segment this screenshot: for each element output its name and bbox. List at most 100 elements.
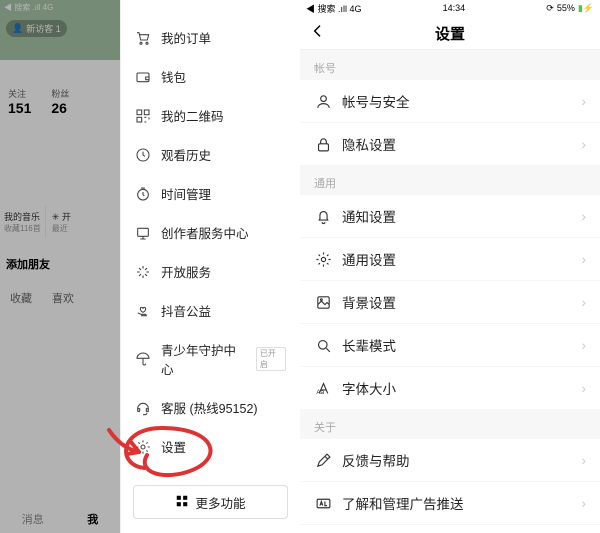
visitor-badge[interactable]: 👤 新访客 1 xyxy=(6,20,67,37)
drawer-item-label: 钱包 xyxy=(161,67,186,86)
settings-group: 通知设置›通用设置›背景设置›长辈模式›字体大小› xyxy=(300,195,600,409)
drawer-item-3[interactable]: 观看历史 xyxy=(121,135,300,174)
settings-row[interactable]: 通知设置 › xyxy=(300,195,600,238)
chevron-right-icon: › xyxy=(581,93,586,109)
drawer-item-9[interactable]: 客服 (热线95152) xyxy=(121,388,300,427)
tab-likes[interactable]: 喜欢 xyxy=(52,290,74,306)
settings-row-label: 背景设置 xyxy=(342,292,396,312)
drawer-item-0[interactable]: 我的订单 xyxy=(121,18,300,57)
person-icon xyxy=(314,92,332,110)
settings-row[interactable]: 背景设置 › xyxy=(300,281,600,324)
tab-favorites[interactable]: 收藏 xyxy=(10,290,32,306)
umbrella-icon xyxy=(135,351,151,367)
drawer-item-4[interactable]: 时间管理 xyxy=(121,174,300,213)
status-bar-left: ◀ 搜索 .ıll 4G xyxy=(0,0,120,14)
back-button[interactable] xyxy=(310,23,326,44)
status-bar-right: ◀ 搜索 .ıll 4G 14:34 ⟳ 55% ▮⚡ xyxy=(300,0,600,17)
settings-row[interactable]: 反馈与帮助 › xyxy=(300,439,600,482)
settings-page: ◀ 搜索 .ıll 4G 14:34 ⟳ 55% ▮⚡ 设置 帐号帐号与安全›隐… xyxy=(300,0,600,533)
tab-messages[interactable]: 消息 xyxy=(22,511,44,527)
drawer-item-label: 抖音公益 xyxy=(161,301,211,320)
drawer-item-label: 创作者服务中心 xyxy=(161,223,249,242)
chevron-right-icon: › xyxy=(581,380,586,396)
section-label: 帐号 xyxy=(300,50,600,80)
spark-icon: ✳ xyxy=(52,212,60,222)
card-title: 我的音乐 xyxy=(4,210,41,223)
chevron-right-icon: › xyxy=(581,294,586,310)
settings-row[interactable]: 抖音规则中心› xyxy=(300,525,600,533)
open-card[interactable]: ✳ 开 最近 xyxy=(45,206,75,238)
history-icon xyxy=(135,147,151,163)
bell-icon xyxy=(314,207,332,225)
settings-row-label: 通知设置 xyxy=(342,206,396,226)
stat-value: 26 xyxy=(51,100,69,116)
stats-row: 关注 151 粉丝 26 xyxy=(8,87,120,116)
more-functions-label: 更多功能 xyxy=(195,493,245,512)
page-title: 设置 xyxy=(435,23,465,44)
stat-followers[interactable]: 粉丝 26 xyxy=(51,87,69,116)
music-card[interactable]: 我的音乐 收藏116首 xyxy=(0,206,45,238)
settings-group: 帐号与安全›隐私设置› xyxy=(300,80,600,165)
left-profile-panel: ◀ 搜索 .ıll 4G 👤 新访客 1 关注 151 粉丝 26 我的音乐 收… xyxy=(0,0,120,533)
stat-value: 151 xyxy=(8,100,31,116)
chevron-right-icon: › xyxy=(581,208,586,224)
spark-icon xyxy=(135,264,151,280)
drawer-item-7[interactable]: 抖音公益 xyxy=(121,291,300,330)
tab-me[interactable]: 我 xyxy=(87,511,98,527)
gear-icon xyxy=(135,439,151,455)
chevron-right-icon: › xyxy=(581,251,586,267)
wallet-icon xyxy=(135,69,151,85)
magnify-icon xyxy=(314,336,332,354)
grid-icon xyxy=(175,494,189,511)
sync-icon: ⟳ xyxy=(546,3,554,14)
settings-row[interactable]: 字体大小› xyxy=(300,367,600,409)
cards-row: 我的音乐 收藏116首 ✳ 开 最近 xyxy=(0,206,120,238)
settings-group: 反馈与帮助›了解和管理广告推送›抖音规则中心› xyxy=(300,439,600,533)
status-net-right: ◀ 搜索 .ıll 4G xyxy=(306,2,362,15)
settings-row[interactable]: 长辈模式› xyxy=(300,324,600,367)
settings-row[interactable]: 通用设置› xyxy=(300,238,600,281)
drawer-item-label: 开放服务 xyxy=(161,262,211,281)
card-sub: 最近 xyxy=(52,223,71,234)
drawer-item-label: 时间管理 xyxy=(161,184,211,203)
drawer-item-6[interactable]: 开放服务 xyxy=(121,252,300,291)
drawer-item-2[interactable]: 我的二维码 xyxy=(121,96,300,135)
cart-icon xyxy=(135,30,151,46)
lock-icon xyxy=(314,135,332,153)
status-battery: 55% xyxy=(557,3,575,13)
drawer-item-label: 我的订单 xyxy=(161,28,211,47)
settings-row-label: 隐私设置 xyxy=(342,134,396,154)
status-time: 14:34 xyxy=(443,3,466,13)
stat-label: 关注 xyxy=(8,87,31,100)
status-net-left: ◀ 搜索 .ıll 4G xyxy=(4,2,53,13)
chevron-right-icon: › xyxy=(581,495,586,511)
add-friend-button[interactable]: 添加朋友 xyxy=(6,256,114,272)
chevron-right-icon: › xyxy=(581,452,586,468)
drawer-item-10[interactable]: 设置 xyxy=(121,427,300,466)
settings-row[interactable]: 隐私设置› xyxy=(300,123,600,165)
section-label: 通用 xyxy=(300,165,600,195)
person-icon: 👤 xyxy=(12,23,23,34)
drawer-item-label: 设置 xyxy=(161,437,186,456)
chevron-right-icon: › xyxy=(581,337,586,353)
drawer-item-label: 我的二维码 xyxy=(161,106,224,125)
card-sub: 收藏116首 xyxy=(4,223,41,234)
status-badge: 已开启 xyxy=(256,347,286,371)
time-icon xyxy=(135,186,151,202)
drawer-item-label: 客服 (热线95152) xyxy=(161,398,258,417)
drawer-item-1[interactable]: 钱包 xyxy=(121,57,300,96)
stat-following[interactable]: 关注 151 xyxy=(8,87,31,116)
more-functions-button[interactable]: 更多功能 xyxy=(133,485,288,519)
bottom-nav: 消息 我 xyxy=(0,511,120,527)
settings-row-label: 反馈与帮助 xyxy=(342,450,410,470)
ad-icon xyxy=(314,494,332,512)
settings-row[interactable]: 帐号与安全› xyxy=(300,80,600,123)
qrcode-icon xyxy=(135,108,151,124)
heart-hand-icon xyxy=(135,303,151,319)
pencil-icon xyxy=(314,451,332,469)
drawer-item-5[interactable]: 创作者服务中心 xyxy=(121,213,300,252)
settings-row[interactable]: 了解和管理广告推送› xyxy=(300,482,600,525)
stat-label: 粉丝 xyxy=(51,87,69,100)
drawer-item-8[interactable]: 青少年守护中心已开启 xyxy=(121,330,300,388)
visitor-badge-text: 新访客 1 xyxy=(26,22,61,35)
